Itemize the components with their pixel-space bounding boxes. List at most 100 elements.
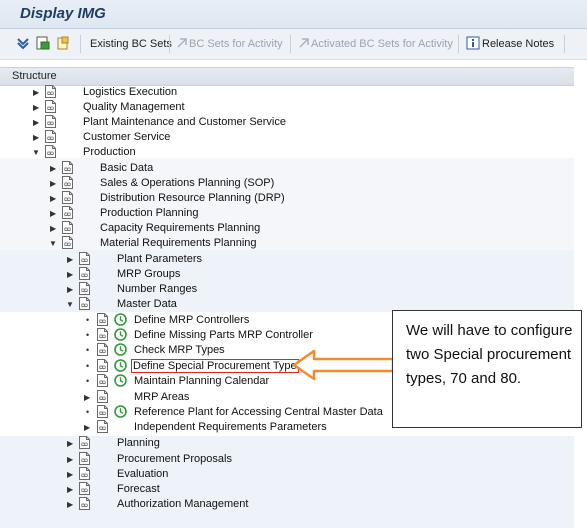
expand-arrow-icon[interactable]: ▶ <box>33 118 39 127</box>
expand-arrow-icon[interactable]: ▶ <box>33 133 39 142</box>
toolbar-separator <box>290 35 291 53</box>
toolbar-separator <box>458 35 459 53</box>
document-icon <box>62 191 73 204</box>
tree-node-plant-parameters[interactable]: ▶ Plant Parameters <box>0 252 574 267</box>
document-icon <box>97 420 108 433</box>
collapse-arrow-icon[interactable]: ▼ <box>32 148 40 157</box>
toolbar-separator <box>80 35 81 53</box>
bc-sets-for-activity-button[interactable]: BC Sets for Activity <box>189 38 283 50</box>
expand-arrow-icon[interactable]: ▶ <box>67 270 73 279</box>
activated-bc-sets-for-activity-button[interactable]: Activated BC Sets for Activity <box>311 38 453 50</box>
tree-node-material-requirements-planning[interactable]: ▼ Material Requirements Planning <box>0 236 574 251</box>
expand-arrow-icon[interactable]: ▶ <box>50 194 56 203</box>
document-icon[interactable] <box>97 374 108 387</box>
tree-node-customer-service[interactable]: ▶ Customer Service <box>0 130 574 145</box>
expand-arrow-icon[interactable]: ▶ <box>84 423 90 432</box>
document-icon <box>45 145 56 158</box>
document-icon <box>45 100 56 113</box>
tree-node-evaluation[interactable]: ▶ Evaluation <box>0 467 574 482</box>
expand-arrow-icon[interactable]: ▶ <box>33 88 39 97</box>
highlighted-activity-label: Define Special Procurement Type <box>131 359 299 373</box>
expand-arrow-icon[interactable]: ▶ <box>84 393 90 402</box>
document-icon <box>45 115 56 128</box>
bullet-icon: • <box>86 407 90 417</box>
collapse-arrow-icon[interactable]: ▼ <box>66 300 74 309</box>
tree-node-logistics-execution[interactable]: ▶ Logistics Execution <box>0 85 574 100</box>
document-icon[interactable] <box>97 343 108 356</box>
bookmark-icon[interactable] <box>56 36 70 50</box>
execute-activity-clock-icon[interactable] <box>114 328 127 341</box>
expand-arrow-icon[interactable]: ▶ <box>67 500 73 509</box>
tree-node-production[interactable]: ▼ Production <box>0 145 574 160</box>
expand-all-icon[interactable] <box>16 36 30 50</box>
structure-header: Structure <box>0 67 574 86</box>
info-icon <box>466 36 480 50</box>
tree-node-forecast[interactable]: ▶ Forecast <box>0 482 574 497</box>
document-icon <box>97 390 108 403</box>
execute-activity-clock-icon[interactable] <box>114 374 127 387</box>
title-bar: Display IMG <box>0 0 587 29</box>
bullet-icon: • <box>86 345 90 355</box>
tree-node-number-ranges[interactable]: ▶ Number Ranges <box>0 282 574 297</box>
document-icon <box>62 206 73 219</box>
tree-node-mrp-groups[interactable]: ▶ MRP Groups <box>0 267 574 282</box>
document-icon <box>79 252 90 265</box>
tree-node-plant-maintenance[interactable]: ▶ Plant Maintenance and Customer Service <box>0 115 574 130</box>
execute-activity-clock-icon[interactable] <box>114 359 127 372</box>
toolbar-separator <box>564 35 565 53</box>
document-icon[interactable] <box>97 405 108 418</box>
release-notes-button[interactable]: Release Notes <box>482 38 554 50</box>
document-icon <box>62 236 73 249</box>
execute-activity-clock-icon[interactable] <box>114 313 127 326</box>
execute-activity-clock-icon[interactable] <box>114 343 127 356</box>
execute-activity-clock-icon[interactable] <box>114 405 127 418</box>
callout-arrow-icon <box>292 349 395 381</box>
document-icon <box>62 161 73 174</box>
document-icon[interactable] <box>97 313 108 326</box>
document-icon <box>62 221 73 234</box>
expand-arrow-icon[interactable]: ▶ <box>67 455 73 464</box>
tree-node-capacity-requirements-planning[interactable]: ▶ Capacity Requirements Planning <box>0 221 574 236</box>
tree-node-authorization-management[interactable]: ▶ Authorization Management <box>0 497 574 512</box>
expand-arrow-icon[interactable]: ▶ <box>50 209 56 218</box>
document-icon <box>79 497 90 510</box>
toolbar: Existing BC Sets BC Sets for Activity Ac… <box>0 29 587 60</box>
execute-icon[interactable] <box>36 36 50 50</box>
document-icon <box>79 452 90 465</box>
bullet-icon: • <box>86 315 90 325</box>
tree-node-procurement-proposals[interactable]: ▶ Procurement Proposals <box>0 452 574 467</box>
tree-node-drp[interactable]: ▶ Distribution Resource Planning (DRP) <box>0 191 574 206</box>
annotation-callout: We will have to configure two Special pr… <box>392 310 582 428</box>
document-icon <box>79 267 90 280</box>
expand-arrow-icon[interactable]: ▶ <box>67 285 73 294</box>
tree-node-planning[interactable]: ▶ Planning <box>0 436 574 451</box>
tree-node-sop[interactable]: ▶ Sales & Operations Planning (SOP) <box>0 176 574 191</box>
toolbar-separator <box>169 35 170 53</box>
document-icon <box>79 467 90 480</box>
expand-arrow-icon[interactable]: ▶ <box>67 255 73 264</box>
bullet-icon: • <box>86 361 90 371</box>
tree-node-basic-data[interactable]: ▶ Basic Data <box>0 161 574 176</box>
expand-arrow-icon[interactable]: ▶ <box>67 470 73 479</box>
tree-node-quality-management[interactable]: ▶ Quality Management <box>0 100 574 115</box>
document-icon[interactable] <box>97 359 108 372</box>
document-icon <box>79 482 90 495</box>
existing-bc-sets-button[interactable]: Existing BC Sets <box>90 38 172 50</box>
expand-arrow-icon[interactable]: ▶ <box>67 439 73 448</box>
document-icon[interactable] <box>97 328 108 341</box>
document-icon <box>62 176 73 189</box>
tree-node-production-planning[interactable]: ▶ Production Planning <box>0 206 574 221</box>
document-icon <box>79 436 90 449</box>
expand-arrow-icon[interactable]: ▶ <box>50 179 56 188</box>
expand-arrow-icon[interactable]: ▶ <box>33 103 39 112</box>
document-icon <box>79 282 90 295</box>
expand-arrow-icon[interactable]: ▶ <box>50 164 56 173</box>
bc-sets-activity-icon <box>177 38 187 48</box>
window-title: Display IMG <box>20 5 106 22</box>
expand-arrow-icon[interactable]: ▶ <box>67 485 73 494</box>
document-icon <box>45 130 56 143</box>
bullet-icon: • <box>86 330 90 340</box>
activated-bc-sets-icon <box>299 38 309 48</box>
collapse-arrow-icon[interactable]: ▼ <box>49 239 57 248</box>
expand-arrow-icon[interactable]: ▶ <box>50 224 56 233</box>
